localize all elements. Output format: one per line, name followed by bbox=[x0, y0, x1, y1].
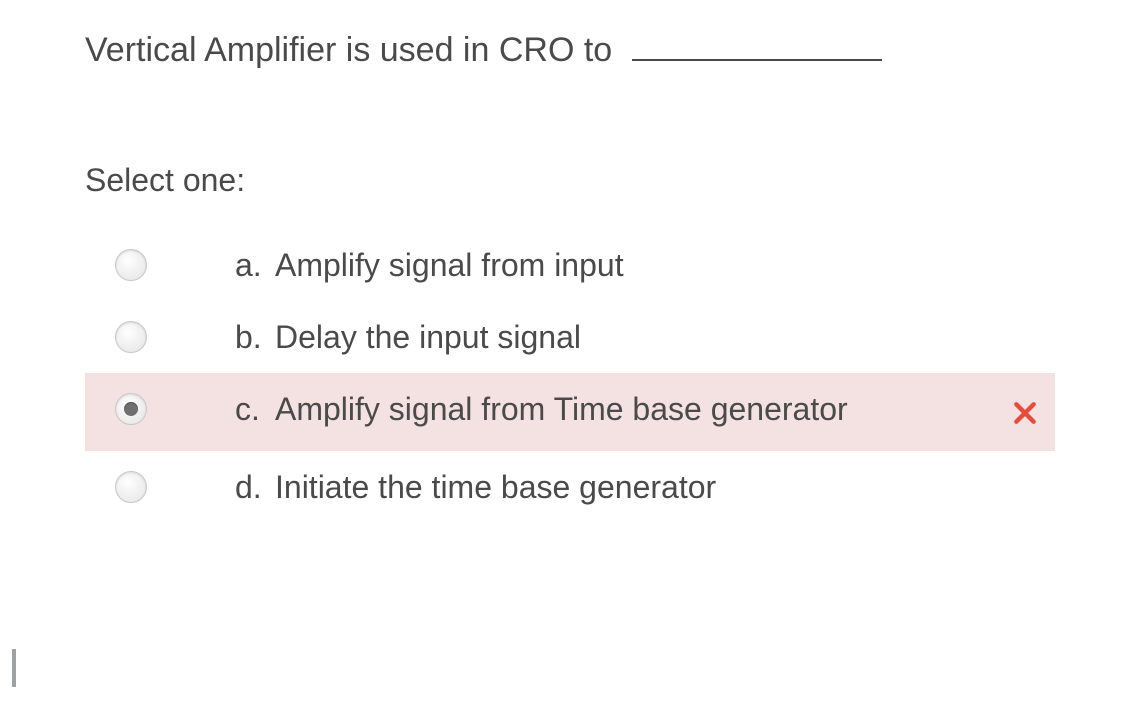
text-caret bbox=[12, 649, 16, 687]
option-letter: c. bbox=[235, 385, 275, 433]
question-text: Vertical Amplifier is used in CRO to bbox=[85, 31, 612, 69]
option-text-label: Delay the input signal bbox=[275, 313, 1005, 361]
select-prompt: Select one: bbox=[85, 162, 1055, 199]
option-b-body: b. Delay the input signal bbox=[235, 313, 1005, 361]
option-c-mark bbox=[1005, 391, 1045, 439]
option-letter: b. bbox=[235, 313, 275, 361]
question-stem: Vertical Amplifier is used in CRO to bbox=[85, 28, 1055, 72]
radio-b[interactable] bbox=[115, 321, 147, 353]
options-list: a. Amplify signal from input b. Delay th… bbox=[85, 229, 1055, 523]
option-a-body: a. Amplify signal from input bbox=[235, 241, 1005, 289]
question-blank bbox=[632, 59, 882, 61]
option-c[interactable]: c. Amplify signal from Time base generat… bbox=[85, 373, 1055, 451]
radio-a[interactable] bbox=[115, 249, 147, 281]
option-letter: d. bbox=[235, 463, 275, 511]
option-text-label: Amplify signal from Time base generator bbox=[275, 385, 1005, 433]
option-text-label: Amplify signal from input bbox=[275, 241, 1005, 289]
option-c-body: c. Amplify signal from Time base generat… bbox=[235, 385, 1005, 433]
option-d-body: d. Initiate the time base generator bbox=[235, 463, 1005, 511]
option-text-label: Initiate the time base generator bbox=[275, 463, 1005, 511]
option-a[interactable]: a. Amplify signal from input bbox=[85, 229, 1055, 301]
cross-icon bbox=[1012, 391, 1038, 439]
radio-d[interactable] bbox=[115, 471, 147, 503]
option-b[interactable]: b. Delay the input signal bbox=[85, 301, 1055, 373]
option-d[interactable]: d. Initiate the time base generator bbox=[85, 451, 1055, 523]
radio-c[interactable] bbox=[115, 393, 147, 425]
option-letter: a. bbox=[235, 241, 275, 289]
